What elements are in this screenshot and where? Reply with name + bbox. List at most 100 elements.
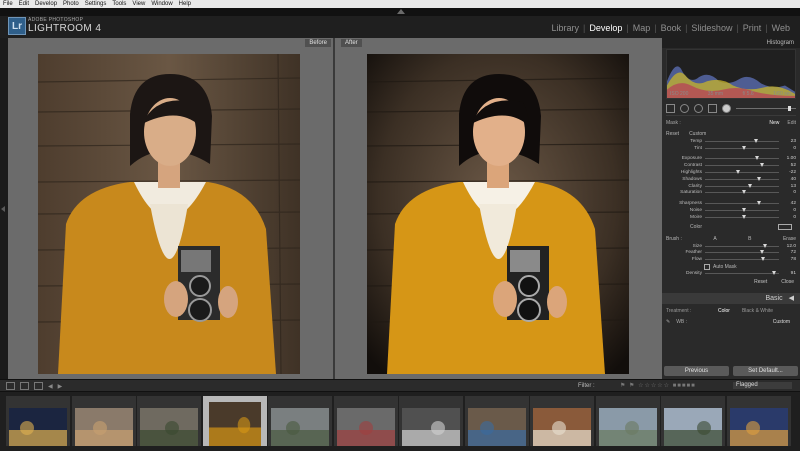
close-button[interactable]: Close	[781, 279, 794, 287]
spot-removal-icon[interactable]	[680, 103, 689, 113]
eyedropper-icon[interactable]: ✎	[666, 319, 670, 325]
rating-filter[interactable]: ⚑ ⚑ ☆☆☆☆☆ ■■■■■	[620, 382, 696, 389]
slider-thumb[interactable]	[762, 243, 767, 248]
filmstrip-thumbnail-pier-sunset[interactable]	[726, 396, 791, 446]
crop-tool-icon[interactable]	[666, 103, 675, 113]
slider-value[interactable]: 23	[779, 139, 796, 144]
secondary-display-icon[interactable]	[20, 382, 29, 390]
mask-new-button[interactable]: New	[769, 120, 779, 126]
slider-thumb[interactable]	[756, 176, 761, 181]
histogram[interactable]: ISO 200 35 mm f/ 5.6 1/60 sec	[666, 49, 796, 99]
menu-photo[interactable]: Photo	[60, 1, 82, 7]
set-default-button[interactable]: Set Default...	[733, 366, 798, 376]
module-library[interactable]: Library	[547, 23, 583, 33]
slider-value[interactable]: 42	[779, 201, 796, 206]
module-slideshow[interactable]: Slideshow	[687, 23, 736, 33]
filmstrip-thumbnail-misty-forest[interactable]	[268, 396, 332, 446]
slider-value[interactable]: 12.0	[779, 244, 796, 249]
expand-left-arrow-icon[interactable]	[1, 206, 5, 212]
slider-thumb[interactable]	[742, 208, 746, 213]
collapse-arrow-icon[interactable]	[397, 9, 405, 14]
slider-density[interactable]: Density 91	[666, 270, 796, 277]
slider-track[interactable]	[705, 214, 779, 219]
slider-track[interactable]	[705, 257, 779, 262]
color-swatch[interactable]	[778, 224, 792, 231]
slider-thumb[interactable]	[742, 145, 746, 150]
slider-flow[interactable]: Flow 78	[666, 256, 796, 263]
slider-thumb[interactable]	[747, 183, 752, 188]
mask-edit-button[interactable]: Edit	[787, 120, 796, 126]
slider-track[interactable]	[705, 190, 779, 195]
module-develop[interactable]: Develop	[585, 23, 626, 33]
forward-arrow-icon[interactable]: ▶	[58, 383, 63, 390]
left-panel-toggle[interactable]	[0, 38, 8, 379]
slider-thumb[interactable]	[759, 250, 764, 255]
filmstrip-thumbnail-portrait-camera[interactable]	[202, 396, 267, 446]
slider-feather[interactable]: Feather 72	[666, 250, 796, 257]
slider-thumb[interactable]	[759, 163, 764, 168]
menu-develop[interactable]: Develop	[32, 1, 60, 7]
filmstrip-thumbnail-coastal-houses[interactable]	[71, 396, 136, 446]
filmstrip-thumbnail-palm-trees[interactable]	[661, 396, 725, 446]
slider-value[interactable]: 78	[779, 257, 796, 262]
menu-window[interactable]: Window	[148, 1, 175, 7]
grid-view-icon[interactable]	[34, 382, 43, 390]
slider-value[interactable]: 52	[779, 163, 796, 168]
slider-track[interactable]	[705, 201, 779, 206]
slider-track[interactable]	[705, 176, 779, 181]
slider-thumb[interactable]	[736, 170, 741, 175]
slider-track[interactable]	[705, 250, 779, 255]
adjustment-brush-icon[interactable]	[722, 103, 731, 113]
primary-display-icon[interactable]	[6, 382, 15, 390]
slider-track[interactable]	[705, 163, 779, 168]
module-print[interactable]: Print	[739, 23, 766, 33]
slider-thumb[interactable]	[756, 201, 761, 206]
histogram-header[interactable]: Histogram	[662, 38, 800, 48]
slider-value[interactable]: 13	[779, 184, 796, 189]
slider-thumb[interactable]	[761, 257, 766, 262]
slider-value[interactable]: 40	[779, 177, 796, 182]
slider-thumb[interactable]	[742, 190, 746, 195]
filmstrip-thumbnail-coastline-aerial[interactable]	[595, 396, 660, 446]
slider-saturation[interactable]: Saturation 0	[666, 190, 796, 197]
slider-value[interactable]: 0	[779, 215, 796, 220]
slider-value[interactable]: 0	[779, 208, 796, 213]
slider-track[interactable]	[705, 138, 779, 143]
reset-button[interactable]: Reset	[754, 279, 767, 287]
red-eye-icon[interactable]	[694, 103, 703, 113]
basic-panel-header[interactable]: Basic ◀	[662, 292, 800, 304]
slider-value[interactable]: 72	[779, 250, 796, 255]
module-map[interactable]: Map	[629, 23, 655, 33]
slider-highlights[interactable]: Highlights -22	[666, 169, 796, 176]
brush-b-button[interactable]: B	[748, 236, 751, 242]
menu-tools[interactable]: Tools	[109, 1, 129, 7]
treatment-bw-option[interactable]: Black & White	[742, 308, 773, 314]
filmstrip-thumbnail-hillside-trees[interactable]	[137, 396, 201, 446]
after-photo[interactable]	[367, 54, 629, 374]
slider-thumb[interactable]	[742, 214, 746, 219]
slider-value[interactable]: 0	[779, 190, 796, 195]
slider-track[interactable]	[705, 170, 779, 175]
slider-value[interactable]: -22	[779, 170, 796, 175]
module-web[interactable]: Web	[768, 23, 794, 33]
slider-track[interactable]	[705, 145, 779, 150]
filter-preset-dropdown[interactable]: Flagged	[733, 382, 792, 389]
slider-track[interactable]	[705, 208, 779, 213]
slider-shadows[interactable]: Shadows 40	[666, 176, 796, 183]
brush-erase-button[interactable]: Erase	[783, 236, 796, 242]
slider-track[interactable]	[705, 243, 779, 248]
slider-thumb[interactable]	[753, 138, 758, 143]
menu-help[interactable]: Help	[176, 1, 194, 7]
filmstrip-thumbnail-staircase[interactable]	[399, 396, 463, 446]
slider-moire[interactable]: Moire 0	[666, 214, 796, 221]
slider-value[interactable]: 0	[779, 146, 796, 151]
auto-mask-checkbox[interactable]	[704, 263, 710, 270]
filmstrip-thumbnail-cafe-man[interactable]	[464, 396, 529, 446]
previous-button[interactable]: Previous	[664, 366, 729, 376]
menu-file[interactable]: File	[0, 1, 16, 7]
before-photo[interactable]	[38, 54, 300, 374]
brush-a-button[interactable]: A	[713, 236, 716, 242]
slider-sharpness[interactable]: Sharpness 42	[666, 200, 796, 207]
slider-noise[interactable]: Noise 0	[666, 207, 796, 214]
filmstrip-thumbnail-bicycle-street[interactable]	[333, 396, 398, 446]
